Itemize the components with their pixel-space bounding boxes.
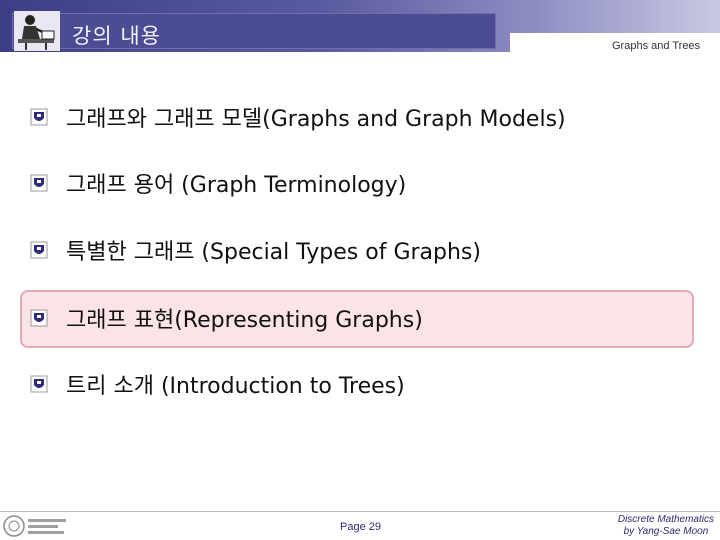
emblem-bullet-icon bbox=[30, 241, 48, 259]
credit-course: Discrete Mathematics bbox=[617, 514, 714, 525]
list-item: 그래프와 그래프 모델(Graphs and Graph Models) bbox=[30, 99, 566, 135]
list-item-label: 특별한 그래프 (Special Types of Graphs) bbox=[66, 240, 481, 265]
credit-author: by Yang-Sae Moon bbox=[623, 526, 709, 537]
list-item-highlighted: 그래프 표현(Representing Graphs) bbox=[30, 300, 423, 336]
page-number: Page 29 bbox=[340, 521, 381, 533]
emblem-bullet-icon bbox=[30, 375, 48, 393]
list-item: 특별한 그래프 (Special Types of Graphs) bbox=[30, 232, 481, 268]
footer-divider bbox=[0, 511, 720, 512]
list-item: 그래프 용어 (Graph Terminology) bbox=[30, 165, 406, 201]
emblem-bullet-icon bbox=[30, 174, 48, 192]
slide-credit: Discrete Mathematics by Yang-Sae Moon bbox=[618, 514, 714, 538]
list-item: 트리 소개 (Introduction to Trees) bbox=[30, 366, 405, 402]
emblem-bullet-icon bbox=[30, 309, 48, 327]
list-item-label: 그래프 용어 (Graph Terminology) bbox=[66, 173, 407, 198]
person-at-desk-icon bbox=[14, 11, 60, 51]
list-item-label: 그래프와 그래프 모델(Graphs and Graph Models) bbox=[66, 107, 566, 132]
list-item-label: 트리 소개 (Introduction to Trees) bbox=[66, 374, 405, 399]
slide-subtitle: Graphs and Trees bbox=[612, 40, 701, 52]
emblem-bullet-icon bbox=[30, 108, 48, 126]
list-item-label: 그래프 표현(Representing Graphs) bbox=[66, 308, 423, 333]
university-logo bbox=[3, 515, 66, 537]
page-title: 강의 내용 bbox=[72, 24, 161, 48]
